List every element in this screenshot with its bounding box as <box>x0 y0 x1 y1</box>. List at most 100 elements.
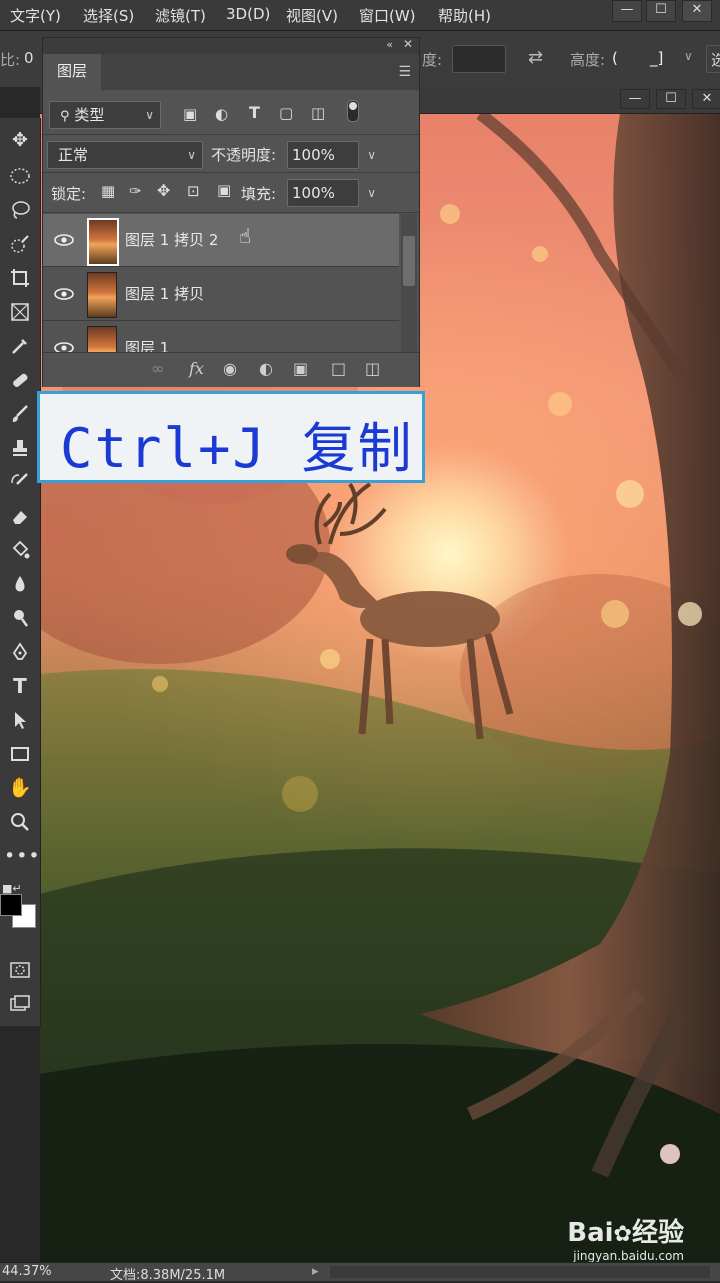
menu-help[interactable]: 帮助(H) <box>438 5 491 26</box>
frame-tool-icon[interactable] <box>4 298 36 326</box>
minimize-button[interactable]: — <box>612 0 642 22</box>
image-filter-icon[interactable]: ▣ <box>183 105 197 123</box>
layer-row[interactable]: 图层 1 <box>43 322 399 353</box>
hand-tool-icon[interactable]: ✋ <box>4 774 36 802</box>
adjustment-icon[interactable]: ◐ <box>259 359 273 378</box>
layer-row[interactable]: 图层 1 拷贝 2 ☝ <box>43 214 399 267</box>
chevron-down-icon[interactable]: ∨ <box>684 49 693 63</box>
mask-icon[interactable]: ◉ <box>223 359 237 378</box>
crop-tool-icon[interactable] <box>4 264 36 292</box>
baidu-watermark: Bai✿经验 jingyan.baidu.com <box>567 1212 684 1263</box>
clone-stamp-tool-icon[interactable] <box>4 434 36 462</box>
panel-header: « ✕ <box>43 37 419 54</box>
search-icon: ⚲ <box>60 109 70 124</box>
lock-all-icon[interactable]: ▣ <box>217 181 231 199</box>
chevron-down-icon[interactable]: ∨ <box>367 180 376 206</box>
height-value[interactable]: ( <box>612 49 618 67</box>
option-left-value[interactable]: 0 <box>24 49 34 67</box>
zoom-level[interactable]: 44.37% <box>2 1264 52 1279</box>
menu-filter[interactable]: 滤镜(T) <box>155 5 206 26</box>
rectangle-tool-icon[interactable] <box>4 740 36 768</box>
document-info: 文档:8.38M/25.1M <box>110 1268 226 1283</box>
lock-brush-icon[interactable]: ✑ <box>129 182 142 200</box>
visibility-eye-icon[interactable] <box>53 230 75 250</box>
fill-label: 填充: <box>241 185 277 203</box>
type-tool-icon[interactable]: T <box>4 672 36 700</box>
move-tool-icon[interactable]: ✥ <box>4 126 36 154</box>
adjustment-filter-icon[interactable]: ◐ <box>215 105 228 123</box>
lock-transparent-icon[interactable]: ▦ <box>101 182 115 200</box>
doc-minimize-button[interactable]: — <box>620 89 650 109</box>
right-label[interactable]: 选 <box>711 49 720 70</box>
blend-mode-dropdown[interactable]: 正常 ∨ <box>47 141 203 169</box>
pen-tool-icon[interactable] <box>4 638 36 666</box>
opacity-value: 100% <box>292 146 335 164</box>
status-bar: 44.37% 文档:8.38M/25.1M ▸ <box>0 1262 720 1283</box>
link-icon[interactable]: ∞ <box>151 359 164 378</box>
brush-tool-icon[interactable] <box>4 400 36 428</box>
dodge-tool-icon[interactable] <box>4 604 36 632</box>
zoom-tool-icon[interactable] <box>4 808 36 836</box>
new-layer-icon[interactable]: □ <box>331 359 346 378</box>
fill-input[interactable]: 100% ∨ <box>287 179 376 207</box>
layer-thumbnail <box>87 326 117 352</box>
right-field: 选 <box>706 45 720 73</box>
layer-thumbnail <box>87 272 117 318</box>
chevron-down-icon[interactable]: ∨ <box>367 142 376 168</box>
width-field[interactable] <box>452 45 506 73</box>
paw-icon: ✿ <box>613 1222 632 1247</box>
path-select-tool-icon[interactable] <box>4 706 36 734</box>
chevron-down-icon: ∨ <box>145 108 154 122</box>
layers-scrollbar[interactable] <box>401 214 417 352</box>
tab-layers[interactable]: 图层 <box>43 54 101 90</box>
menu-window[interactable]: 窗口(W) <box>359 5 416 26</box>
lock-artboard-icon[interactable]: ⊡ <box>187 182 200 200</box>
close-panel-icon[interactable]: ✕ <box>403 37 413 51</box>
lock-position-icon[interactable]: ✥ <box>157 181 170 200</box>
swap-icon[interactable]: ⇄ <box>528 47 543 68</box>
trash-icon[interactable]: ◫ <box>365 359 380 378</box>
opacity-input[interactable]: 100% ∨ <box>287 141 376 169</box>
blur-tool-icon[interactable] <box>4 570 36 598</box>
eraser-tool-icon[interactable] <box>4 502 36 530</box>
healing-brush-tool-icon[interactable] <box>4 366 36 394</box>
watermark-brand: Bai <box>567 1218 614 1248</box>
menu-view[interactable]: 视图(V) <box>286 5 338 26</box>
maximize-button[interactable]: ☐ <box>646 0 676 22</box>
close-window-button[interactable]: ✕ <box>682 0 712 22</box>
more-tools-icon[interactable]: ••• <box>4 842 40 870</box>
shortcut-caption: Ctrl+J 复制 <box>37 391 425 483</box>
eyedropper-tool-icon[interactable] <box>4 332 36 360</box>
visibility-eye-icon[interactable] <box>53 338 75 353</box>
collapse-panel-icon[interactable]: « <box>386 38 393 51</box>
doc-close-button[interactable]: ✕ <box>692 89 720 109</box>
blend-mode-label: 正常 <box>58 146 89 164</box>
history-brush-tool-icon[interactable] <box>4 468 36 496</box>
quick-mask-icon[interactable] <box>4 956 36 984</box>
marquee-tool-icon[interactable] <box>4 162 36 190</box>
smart-object-filter-icon[interactable]: ◫ <box>311 104 325 122</box>
scrollbar-thumb[interactable] <box>403 236 415 286</box>
screen-mode-icon[interactable] <box>4 990 36 1018</box>
menu-select[interactable]: 选择(S) <box>83 5 134 26</box>
menu-3d[interactable]: 3D(D) <box>226 5 270 23</box>
type-filter-icon[interactable]: T <box>249 103 260 122</box>
layer-row[interactable]: 图层 1 拷贝 <box>43 268 399 321</box>
filter-row: ⚲ 类型 ∨ ▣ ◐ T ▢ ◫ <box>43 90 419 135</box>
shape-filter-icon[interactable]: ▢ <box>279 104 293 122</box>
layer-name: 图层 1 拷贝 2 <box>125 231 219 249</box>
visibility-eye-icon[interactable] <box>53 284 75 304</box>
filter-type-dropdown[interactable]: ⚲ 类型 ∨ <box>49 101 161 129</box>
doc-maximize-button[interactable]: ☐ <box>656 89 686 109</box>
folder-icon[interactable]: ▣ <box>293 359 308 378</box>
filter-type-label: 类型 <box>74 106 105 124</box>
status-arrow-icon[interactable]: ▸ <box>312 1264 319 1279</box>
menu-type[interactable]: 文字(Y) <box>10 5 61 26</box>
horizontal-scrollbar[interactable] <box>330 1266 710 1278</box>
fx-icon[interactable]: fx <box>189 359 204 378</box>
paint-bucket-tool-icon[interactable] <box>4 536 36 564</box>
foreground-color-swatch[interactable] <box>0 894 22 916</box>
quick-select-tool-icon[interactable] <box>4 230 36 258</box>
lasso-tool-icon[interactable] <box>4 196 36 224</box>
panel-menu-icon[interactable]: ☰ <box>398 64 411 80</box>
